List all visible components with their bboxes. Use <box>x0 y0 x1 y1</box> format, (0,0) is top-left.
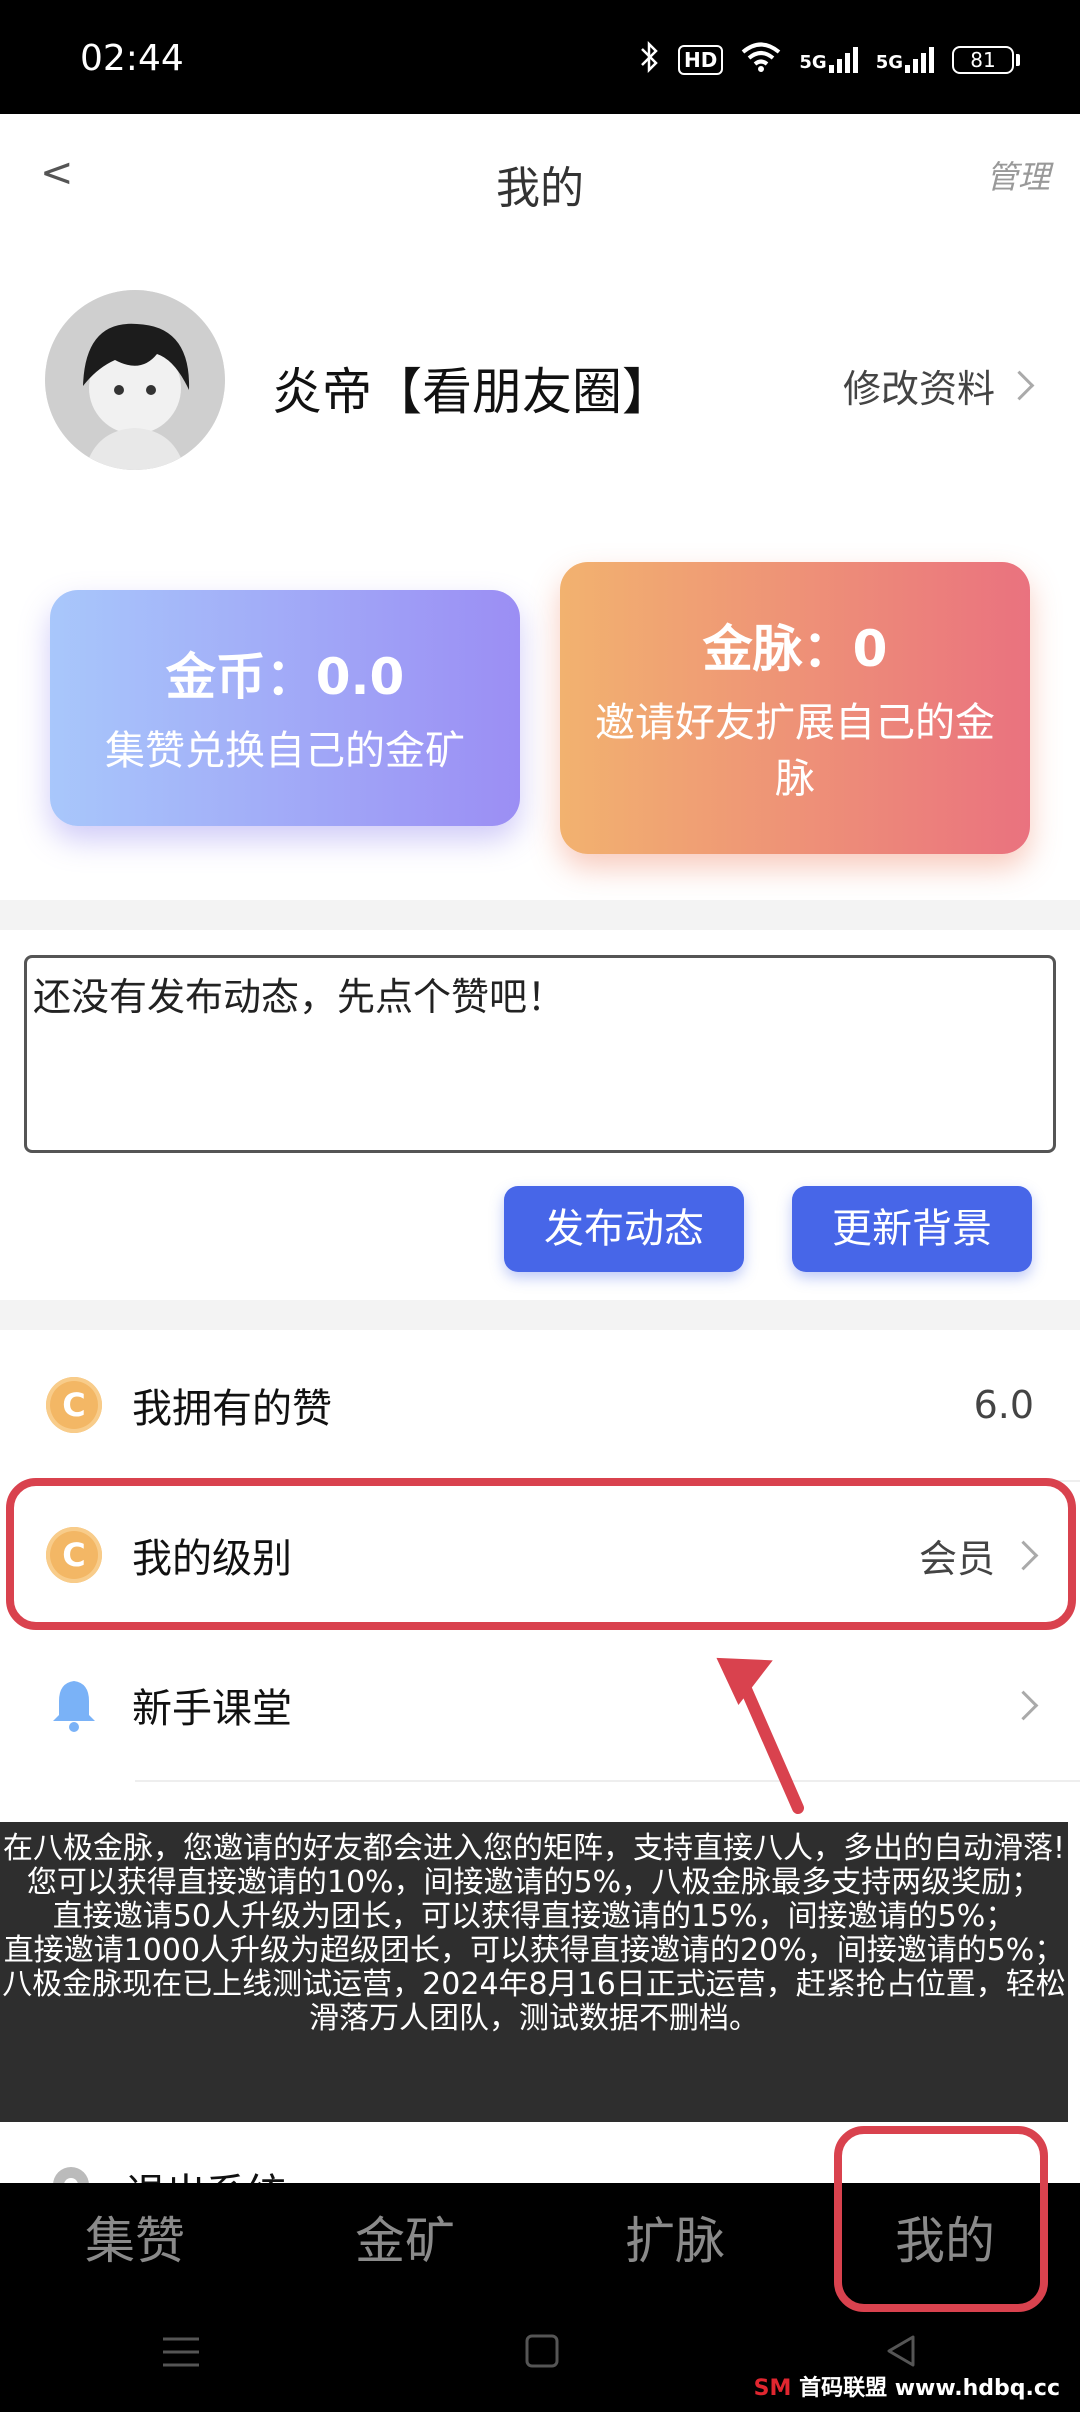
watermark-sm: SM <box>753 2376 792 2401</box>
home-icon[interactable] <box>524 2333 560 2379</box>
annotation-arrow-icon <box>716 1657 804 1814</box>
battery-icon: 81 <box>952 46 1020 74</box>
coins-subtitle: 集赞兑换自己的金矿 <box>105 728 465 774</box>
tooltip-line: 直接邀请50人升级为团长，可以获得直接邀请的15%，间接邀请的5%； <box>52 1899 1016 1934</box>
coins-title: 金币：0.0 <box>165 648 405 706</box>
info-tooltip: 在八极金脉，您邀请的好友都会进入您的矩阵，支持直接八人，多出的自动滑落!您可以获… <box>0 1822 1068 2122</box>
likes-label: 我拥有的赞 <box>132 1386 332 1432</box>
edit-profile-label: 修改资料 <box>842 367 995 411</box>
section-divider <box>0 1300 1080 1330</box>
watermark-text: 首码联盟 www.hdbq.cc <box>799 2376 1060 2401</box>
signal-icon-2: 5G <box>876 47 934 73</box>
tooltip-line: 八极金脉现在已上线测试运营，2024年8月16日正式运营，赶紧抢占位置，轻松滑落… <box>2 1967 1066 2036</box>
course-row[interactable]: 新手课堂 <box>0 1630 1080 1780</box>
nav-tab-expand[interactable]: 扩脉 <box>540 2183 810 2299</box>
level-highlight-box <box>6 1478 1076 1630</box>
coins-card[interactable]: 金币：0.0 集赞兑换自己的金矿 <box>50 590 520 826</box>
wifi-icon <box>741 41 781 80</box>
hd-badge: HD <box>678 45 724 75</box>
update-background-button[interactable]: 更新背景 <box>792 1186 1032 1272</box>
course-label: 新手课堂 <box>132 1686 292 1732</box>
veins-card[interactable]: 金脉：0 邀请好友扩展自己的金脉 <box>560 562 1030 854</box>
likes-row[interactable]: C 我拥有的赞 6.0 <box>0 1330 1080 1480</box>
post-textarea[interactable]: 还没有发布动态，先点个赞吧！ <box>24 955 1056 1153</box>
coin-c-icon: C <box>46 1377 102 1433</box>
veins-title: 金脉：0 <box>702 620 888 678</box>
status-icons: HD 5G 5G 81 <box>638 40 1020 80</box>
status-time: 02:44 <box>80 38 184 79</box>
tooltip-line: 在八极金脉，您邀请的好友都会进入您的矩阵，支持直接八人，多出的自动滑落!您可以获… <box>2 1831 1066 1900</box>
likes-value: 6.0 <box>973 1383 1034 1427</box>
nav-highlight-box <box>834 2126 1048 2312</box>
signal-icon: 5G <box>799 47 858 73</box>
chevron-right-icon <box>1004 370 1035 401</box>
bell-icon <box>46 1677 102 1733</box>
bluetooth-icon <box>638 40 660 80</box>
page-title: 我的 <box>496 163 584 214</box>
section-divider <box>0 900 1080 930</box>
watermark: SM 首码联盟 www.hdbq.cc <box>745 2368 1068 2404</box>
publish-post-button[interactable]: 发布动态 <box>504 1186 744 1272</box>
tooltip-line: 直接邀请1000人升级为超级团长，可以获得直接邀请的20%，间接邀请的5%； <box>3 1933 1065 1968</box>
veins-subtitle: 邀请好友扩展自己的金脉 <box>595 700 995 802</box>
manage-button[interactable]: 管理 <box>986 152 1050 198</box>
row-divider <box>135 1780 1080 1782</box>
chevron-right-icon <box>1008 1690 1039 1720</box>
nav-tab-mine[interactable]: 金矿 <box>270 2183 540 2299</box>
avatar[interactable] <box>45 290 225 470</box>
edit-profile-link[interactable]: 修改资料 <box>842 358 1035 413</box>
username: 炎帝【看朋友圈】 <box>272 363 672 421</box>
nav-tab-likes[interactable]: 集赞 <box>0 2183 270 2299</box>
course-chevron-wrap <box>1008 1690 1039 1720</box>
menu-icon[interactable] <box>161 2333 201 2379</box>
